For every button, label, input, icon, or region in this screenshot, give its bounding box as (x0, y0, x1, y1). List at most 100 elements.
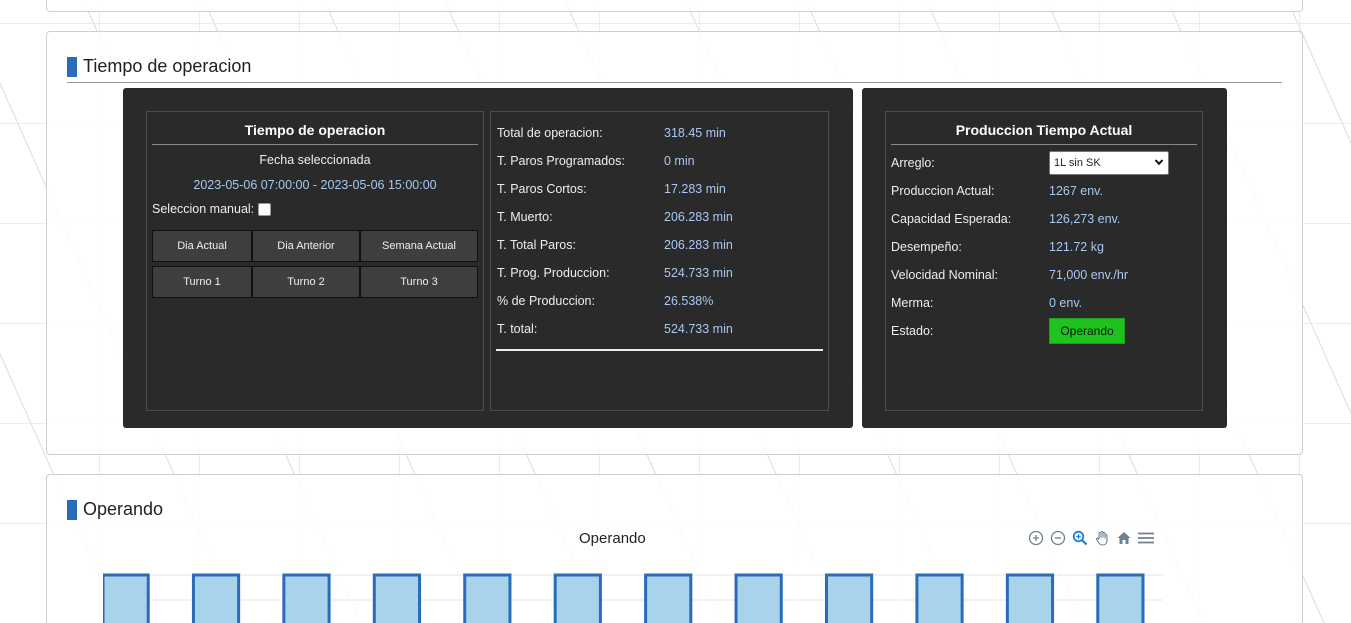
area-segment (193, 575, 239, 623)
section-title-operando: Operando (67, 499, 163, 520)
summary-value: 26.538% (664, 294, 714, 308)
manual-selection-checkbox[interactable] (258, 202, 272, 216)
summary-label: Total de operacion: (497, 126, 603, 140)
summary-row: T. Muerto: 206.283 min (497, 203, 828, 231)
summary-rows: Total de operacion: 318.45 min T. Paros … (491, 112, 828, 343)
chart-toolbar (1027, 529, 1155, 547)
operando-card: Operando Operando (46, 474, 1303, 623)
summary-panel: Total de operacion: 318.45 min T. Paros … (490, 111, 829, 411)
summary-value: 206.283 min (664, 238, 733, 252)
summary-value: 524.733 min (664, 322, 733, 336)
home-icon[interactable] (1115, 529, 1133, 547)
area-segment (555, 575, 601, 623)
summary-value: 206.283 min (664, 210, 733, 224)
summary-label: T. Paros Cortos: (497, 182, 587, 196)
area-segment (1097, 575, 1143, 623)
zoom-in-icon[interactable] (1027, 529, 1045, 547)
section-title-text: Tiempo de operacion (83, 56, 252, 76)
produccion-panel: Produccion Tiempo Actual Arreglo: 1L sin… (862, 88, 1227, 428)
produccion-subpanel: Produccion Tiempo Actual Arreglo: 1L sin… (885, 111, 1203, 411)
summary-divider (496, 349, 823, 351)
period-buttons: Dia Actual Dia Anterior Semana Actual Tu… (152, 230, 478, 298)
area-segment (645, 575, 691, 623)
estado-status-badge[interactable]: Operando (1049, 318, 1125, 344)
title-marker (67, 499, 77, 520)
dia-anterior-button[interactable]: Dia Anterior (252, 230, 360, 262)
semana-actual-button[interactable]: Semana Actual (360, 230, 478, 262)
turno-2-button[interactable]: Turno 2 (252, 266, 360, 298)
summary-row: T. Paros Programados: 0 min (497, 147, 828, 175)
date-range: 2023-05-06 07:00:00 - 2023-05-06 15:00:0… (193, 178, 437, 192)
dia-actual-button[interactable]: Dia Actual (152, 230, 252, 262)
area-segment (1007, 575, 1053, 623)
produccion-row: Capacidad Esperada: 126,273 env. (891, 205, 1202, 233)
produccion-value: 0 env. (1049, 296, 1083, 310)
summary-label: T. Total Paros: (497, 238, 576, 252)
summary-row: T. total: 524.733 min (497, 315, 828, 343)
produccion-row: Velocidad Nominal: 71,000 env./hr (891, 261, 1202, 289)
summary-row: T. Paros Cortos: 17.283 min (497, 175, 828, 203)
turno-3-button[interactable]: Turno 3 (360, 266, 478, 298)
summary-value: 318.45 min (664, 126, 726, 140)
turno-1-button[interactable]: Turno 1 (152, 266, 252, 298)
summary-label: T. Muerto: (497, 210, 553, 224)
operando-chart (103, 573, 1163, 623)
manual-selection-row: Seleccion manual: (152, 202, 483, 216)
produccion-value: 71,000 env./hr (1049, 268, 1128, 282)
produccion-value: 126,273 env. (1049, 212, 1121, 226)
section-title-text: Operando (83, 499, 164, 519)
produccion-label: Desempeño: (891, 240, 962, 254)
area-segment (464, 575, 510, 623)
arreglo-row: Arreglo: 1L sin SK (891, 149, 1202, 177)
arreglo-label: Arreglo: (891, 156, 935, 170)
produccion-label: Velocidad Nominal: (891, 268, 999, 282)
summary-value: 0 min (664, 154, 695, 168)
panel-title: Tiempo de operacion (152, 112, 478, 145)
summary-row: Total de operacion: 318.45 min (497, 119, 828, 147)
summary-row: % de Produccion: 26.538% (497, 287, 828, 315)
chevron-down-icon (1154, 157, 1164, 170)
produccion-row: Merma: 0 env. (891, 289, 1202, 317)
summary-row: T. Prog. Produccion: 524.733 min (497, 259, 828, 287)
menu-icon[interactable] (1137, 529, 1155, 547)
produccion-label: Capacidad Esperada: (891, 212, 1012, 226)
chart-title: Operando (579, 530, 646, 547)
fecha-label: Fecha seleccionada (259, 153, 371, 167)
summary-value: 524.733 min (664, 266, 733, 280)
manual-selection-label: Seleccion manual: (152, 202, 255, 216)
pan-hand-icon[interactable] (1093, 529, 1111, 547)
title-divider (67, 82, 1282, 83)
summary-label: T. total: (497, 322, 538, 336)
arreglo-select[interactable]: 1L sin SK (1049, 151, 1169, 175)
tiempo-operacion-card: Tiempo de operacion Tiempo de operacion … (46, 31, 1303, 455)
chart-series (103, 573, 1145, 623)
area-segment (916, 575, 963, 623)
area-segment (374, 575, 420, 623)
produccion-value: 121.72 kg (1049, 240, 1104, 254)
produccion-label: Produccion Actual: (891, 184, 995, 198)
zoom-out-icon[interactable] (1049, 529, 1067, 547)
area-segment (283, 575, 330, 623)
arreglo-selected-value: 1L sin SK (1054, 157, 1101, 169)
tiempo-panel: Tiempo de operacion Fecha seleccionada 2… (123, 88, 853, 428)
produccion-label: Merma: (891, 296, 934, 310)
area-segment (736, 575, 782, 623)
summary-label: % de Produccion: (497, 294, 595, 308)
produccion-rows: Arreglo: 1L sin SK Produccion Actual: 12… (886, 145, 1202, 345)
previous-card (46, 0, 1303, 12)
panel-title: Produccion Tiempo Actual (891, 112, 1197, 145)
summary-label: T. Paros Programados: (497, 154, 625, 168)
produccion-value: 1267 env. (1049, 184, 1103, 198)
summary-label: T. Prog. Produccion: (497, 266, 610, 280)
magnify-icon[interactable] (1071, 529, 1089, 547)
produccion-row: Desempeño: 121.72 kg (891, 233, 1202, 261)
title-marker (67, 56, 77, 77)
area-segment (826, 575, 872, 623)
summary-value: 17.283 min (664, 182, 726, 196)
section-title-tiempo: Tiempo de operacion (67, 56, 251, 77)
date-selector-panel: Tiempo de operacion Fecha seleccionada 2… (146, 111, 484, 411)
summary-row: T. Total Paros: 206.283 min (497, 231, 828, 259)
estado-label: Estado: (891, 324, 934, 338)
estado-row: Estado: Operando (891, 317, 1202, 345)
produccion-row: Produccion Actual: 1267 env. (891, 177, 1202, 205)
